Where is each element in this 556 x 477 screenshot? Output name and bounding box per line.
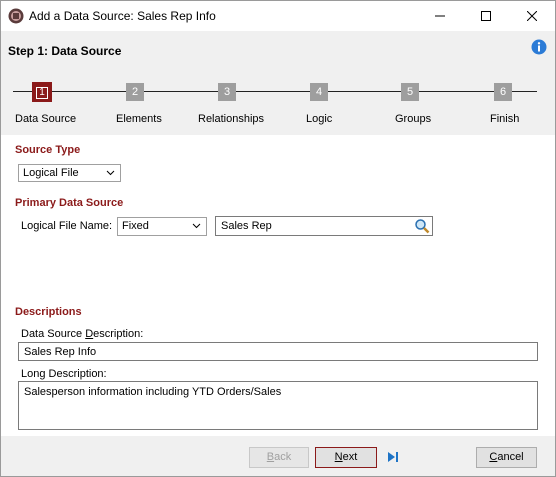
- source-type-heading: Source Type: [15, 144, 81, 156]
- source-type-select[interactable]: Logical File: [18, 164, 121, 182]
- descriptions-heading: Descriptions: [15, 306, 82, 318]
- maximize-button[interactable]: [463, 1, 509, 31]
- back-button[interactable]: Back: [249, 447, 309, 468]
- info-icon[interactable]: [531, 39, 547, 55]
- step-marker-3: 3: [218, 83, 236, 101]
- progress-line: [13, 91, 537, 92]
- skip-to-end-icon[interactable]: [386, 450, 400, 464]
- step-label-data-source: Data Source: [15, 113, 77, 125]
- next-button[interactable]: Next: [315, 447, 377, 468]
- ds-description-value: Sales Rep Info: [24, 346, 97, 358]
- maximize-icon: [481, 11, 491, 21]
- step-marker-6: 6: [494, 83, 512, 101]
- long-description-textarea[interactable]: Salesperson information including YTD Or…: [18, 381, 538, 430]
- minimize-button[interactable]: [417, 1, 463, 31]
- step-label-finish: Finish: [490, 113, 520, 125]
- wizard-header: Step 1: Data Source 1 2 3 4 5 6 Data Sou…: [1, 31, 555, 135]
- logical-file-name-value: Sales Rep: [221, 220, 272, 232]
- logical-file-label: Logical File Name:: [21, 220, 113, 232]
- close-button[interactable]: [509, 1, 555, 31]
- close-icon: [527, 11, 537, 21]
- source-type-value: Logical File: [23, 167, 79, 179]
- step-label-logic: Logic: [306, 113, 333, 125]
- cancel-button[interactable]: Cancel: [476, 447, 537, 468]
- chevron-down-icon: [192, 223, 201, 229]
- minimize-icon: [435, 15, 445, 17]
- step-marker-1: 1: [32, 82, 52, 102]
- step-marker-2: 2: [126, 83, 144, 101]
- step-label-groups: Groups: [395, 113, 432, 125]
- ds-description-label: Data Source Description:: [21, 328, 144, 340]
- title-bar: Add a Data Source: Sales Rep Info: [1, 1, 555, 31]
- file-mode-select[interactable]: Fixed: [117, 217, 207, 236]
- long-description-label: Long Description:: [21, 368, 107, 380]
- dialog-footer: Back Next Cancel: [1, 436, 555, 476]
- step-title: Step 1: Data Source: [8, 44, 122, 58]
- logical-file-name-input[interactable]: Sales Rep: [215, 216, 433, 236]
- window-title: Add a Data Source: Sales Rep Info: [29, 9, 216, 23]
- primary-source-heading: Primary Data Source: [15, 197, 124, 209]
- long-description-value: Salesperson information including YTD Or…: [24, 386, 282, 398]
- ds-description-input[interactable]: Sales Rep Info: [18, 342, 538, 361]
- dialog-window: Add a Data Source: Sales Rep Info Step 1…: [0, 0, 556, 477]
- file-mode-value: Fixed: [122, 220, 149, 232]
- step-marker-5: 5: [401, 83, 419, 101]
- step-marker-4: 4: [310, 83, 328, 101]
- chevron-down-icon: [106, 170, 115, 176]
- step-label-relationships: Relationships: [198, 113, 265, 125]
- step-label-elements: Elements: [116, 113, 162, 125]
- search-icon[interactable]: [414, 218, 430, 234]
- app-logo-icon: [8, 8, 24, 24]
